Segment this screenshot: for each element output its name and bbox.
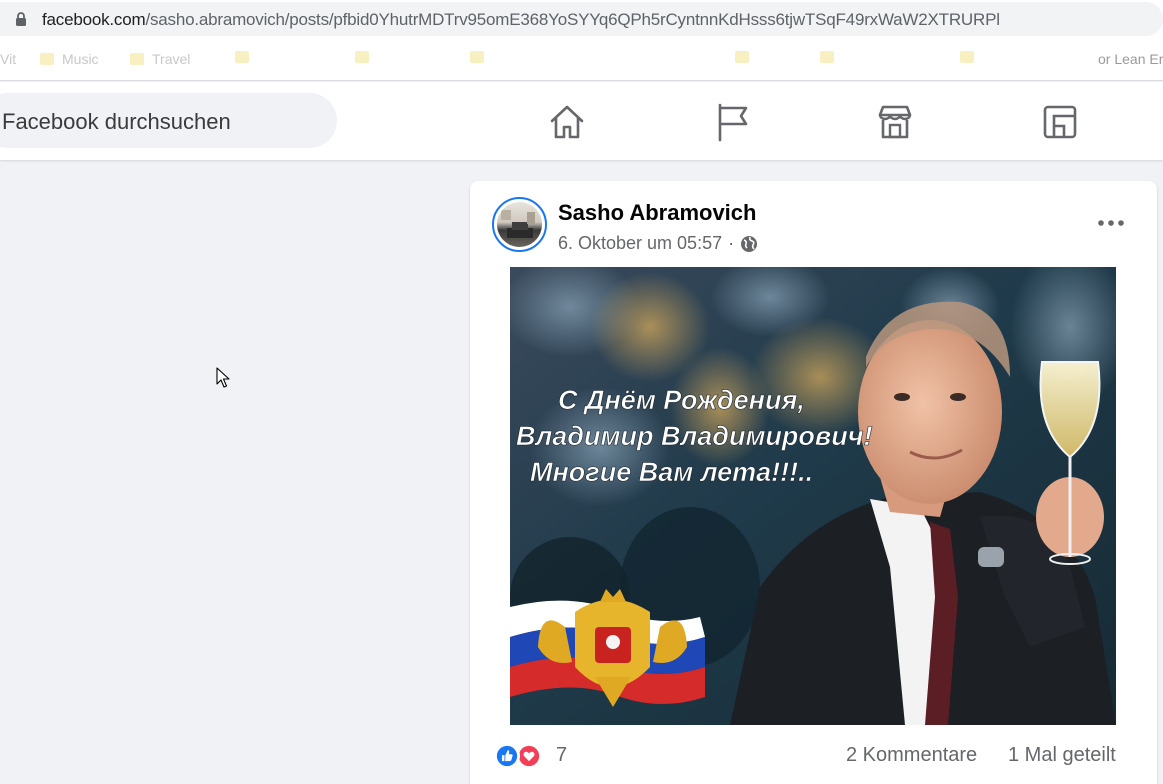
- bookmark-item[interactable]: [735, 51, 749, 63]
- more-options-icon[interactable]: [1086, 203, 1136, 243]
- avatar-ring[interactable]: [492, 197, 547, 252]
- search-input[interactable]: Facebook durchsuchen: [0, 93, 337, 148]
- url-field[interactable]: facebook.com/sasho.abramovich/posts/pfbi…: [0, 2, 1163, 36]
- greeting-line-2: Владимир Владимирович!: [516, 421, 872, 451]
- post-author[interactable]: Sasho Abramovich: [558, 200, 756, 226]
- reactions-summary[interactable]: [494, 743, 542, 769]
- greeting-line-3: Многие Вам лета!!!..: [530, 457, 813, 487]
- bookmark-item[interactable]: [235, 51, 249, 63]
- greeting-line-1: С Днём Рождения,: [558, 385, 805, 415]
- avatar: [497, 202, 542, 247]
- avatar-image: [501, 210, 535, 238]
- pages-flag-icon[interactable]: [713, 102, 753, 142]
- bookmark-item[interactable]: Vit: [0, 51, 16, 67]
- meta-separator: ·: [728, 233, 735, 253]
- comments-count[interactable]: 2 Kommentare: [846, 744, 977, 767]
- folder-icon: [470, 51, 484, 63]
- url-path: /sasho.abramovich/posts/pfbid0YhutrMDTrv…: [145, 10, 1000, 29]
- folder-icon: [235, 51, 249, 63]
- bookmark-item[interactable]: [960, 51, 974, 63]
- facebook-header: Facebook durchsuchen: [0, 82, 1163, 160]
- folder-icon: [40, 53, 54, 65]
- folder-icon: [960, 51, 974, 63]
- reaction-count[interactable]: 7: [556, 744, 567, 767]
- post-footer: 7 2 Kommentare 1 Mal geteilt: [470, 725, 1157, 784]
- marketplace-icon[interactable]: [875, 102, 915, 142]
- post-timestamp[interactable]: 6. Oktober um 05:57: [558, 233, 722, 254]
- lock-icon: [16, 12, 26, 26]
- url-host: facebook.com: [42, 10, 146, 29]
- bookmark-item[interactable]: Travel: [130, 51, 190, 67]
- home-icon[interactable]: [547, 102, 587, 142]
- folder-icon: [735, 51, 749, 63]
- bookmark-item[interactable]: [355, 51, 369, 63]
- search-placeholder: Facebook durchsuchen: [2, 109, 231, 134]
- url-text: facebook.com/sasho.abramovich/posts/pfbi…: [42, 10, 1000, 30]
- bookmark-item[interactable]: or Lean Er: [1098, 51, 1163, 67]
- gaming-icon[interactable]: [1040, 102, 1080, 142]
- shares-count[interactable]: 1 Mal geteilt: [1008, 744, 1116, 767]
- folder-icon: [820, 51, 834, 63]
- like-reaction-icon: [494, 743, 520, 769]
- bookmarks-bar: Vit Music Travel or Lean Er: [0, 38, 1163, 81]
- post-card: Sasho Abramovich 6. Oktober um 05:57 · С…: [470, 181, 1157, 784]
- post-meta: 6. Oktober um 05:57 ·: [558, 233, 758, 254]
- folder-icon: [130, 53, 144, 65]
- browser-address-bar: facebook.com/sasho.abramovich/posts/pfbi…: [0, 0, 1163, 38]
- mouse-cursor-icon: [216, 367, 230, 388]
- bookmark-item[interactable]: [820, 51, 834, 63]
- folder-icon: [355, 51, 369, 63]
- bookmark-item[interactable]: Music: [40, 51, 99, 67]
- globe-icon[interactable]: [740, 235, 758, 253]
- post-image-container: С Днём Рождения, Владимир Владимирович! …: [470, 267, 1157, 725]
- post-image[interactable]: С Днём Рождения, Владимир Владимирович! …: [510, 267, 1116, 725]
- bookmark-item[interactable]: [470, 51, 484, 63]
